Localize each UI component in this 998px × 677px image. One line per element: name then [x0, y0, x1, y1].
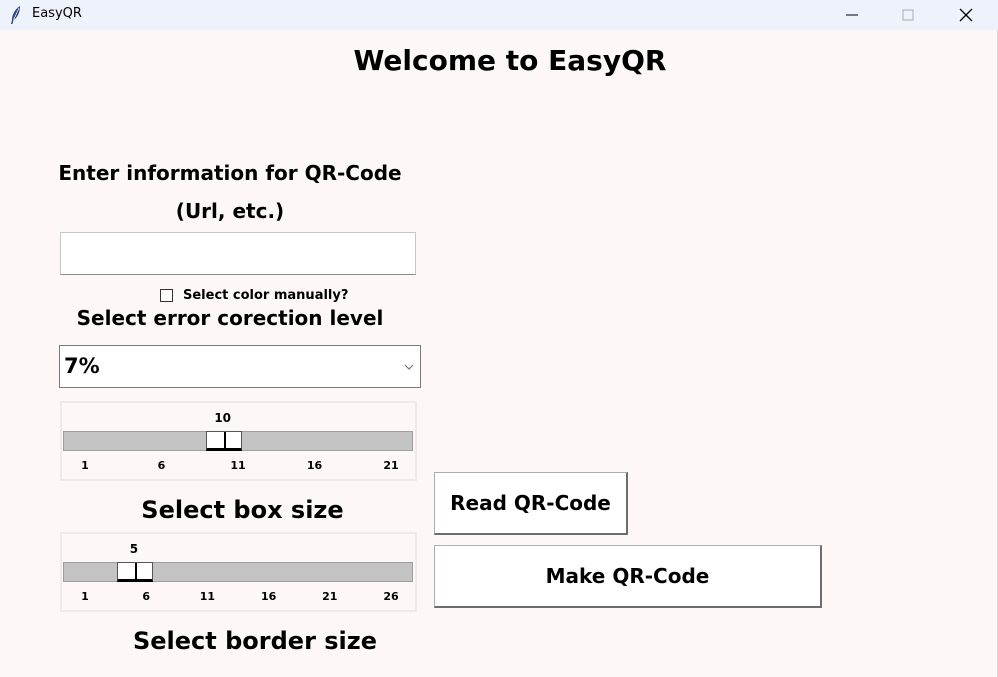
welcome-heading: Welcome to EasyQR	[353, 44, 667, 77]
box-size-trough[interactable]	[63, 431, 413, 451]
maximize-icon	[902, 9, 914, 21]
read-qr-button[interactable]: Read QR-Code	[434, 472, 628, 535]
box-tick-label: 1	[81, 459, 89, 472]
border-tick-label: 11	[199, 590, 216, 603]
minimize-icon	[846, 14, 858, 16]
border-size-scale: 5 1 6 11 16 21 26	[60, 532, 417, 612]
color-checkbox[interactable]: Select color manually?	[160, 286, 348, 304]
border-size-label: Select border size	[132, 627, 378, 655]
minimize-button[interactable]	[824, 0, 880, 30]
info-label: Enter information for QR-Code (Url, etc.…	[40, 154, 420, 230]
close-button[interactable]	[938, 0, 994, 30]
checkbox-box[interactable]	[160, 288, 173, 302]
box-tick-label: 21	[383, 459, 399, 472]
info-label-line2: (Url, etc.)	[175, 199, 285, 223]
box-size-scale: 10 1 6 11 16 21	[60, 401, 417, 481]
box-tick-label: 16	[306, 459, 323, 472]
error-correction-value: 7%	[64, 354, 100, 378]
border-tick-label: 6	[142, 590, 151, 603]
border-size-slider-thumb[interactable]	[116, 562, 153, 582]
box-tick-label: 6	[157, 459, 166, 472]
window-title: EasyQR	[32, 6, 82, 21]
border-size-value: 5	[129, 542, 139, 556]
chevron-down-icon[interactable]	[404, 362, 414, 372]
close-icon	[959, 8, 973, 22]
border-tick-label: 26	[383, 590, 399, 603]
color-checkbox-label: Select color manually?	[183, 287, 349, 303]
feather-icon	[11, 6, 20, 24]
border-tick-label: 1	[81, 590, 89, 603]
border-tick-label: 21	[322, 590, 338, 603]
error-correction-select[interactable]: 7%	[59, 345, 421, 388]
box-size-value: 10	[214, 411, 232, 425]
title-bar: EasyQR	[0, 0, 998, 30]
box-size-slider-thumb[interactable]	[205, 431, 242, 451]
box-size-label: Select box size	[141, 496, 344, 524]
border-size-trough[interactable]	[63, 562, 413, 582]
info-input[interactable]	[60, 232, 416, 275]
make-qr-button[interactable]: Make QR-Code	[434, 545, 822, 608]
error-correction-label: Select error corection level	[76, 306, 384, 330]
box-tick-label: 11	[230, 459, 246, 472]
maximize-button[interactable]	[880, 0, 936, 30]
info-label-line1: Enter information for QR-Code	[58, 161, 402, 185]
border-tick-label: 16	[260, 590, 277, 603]
